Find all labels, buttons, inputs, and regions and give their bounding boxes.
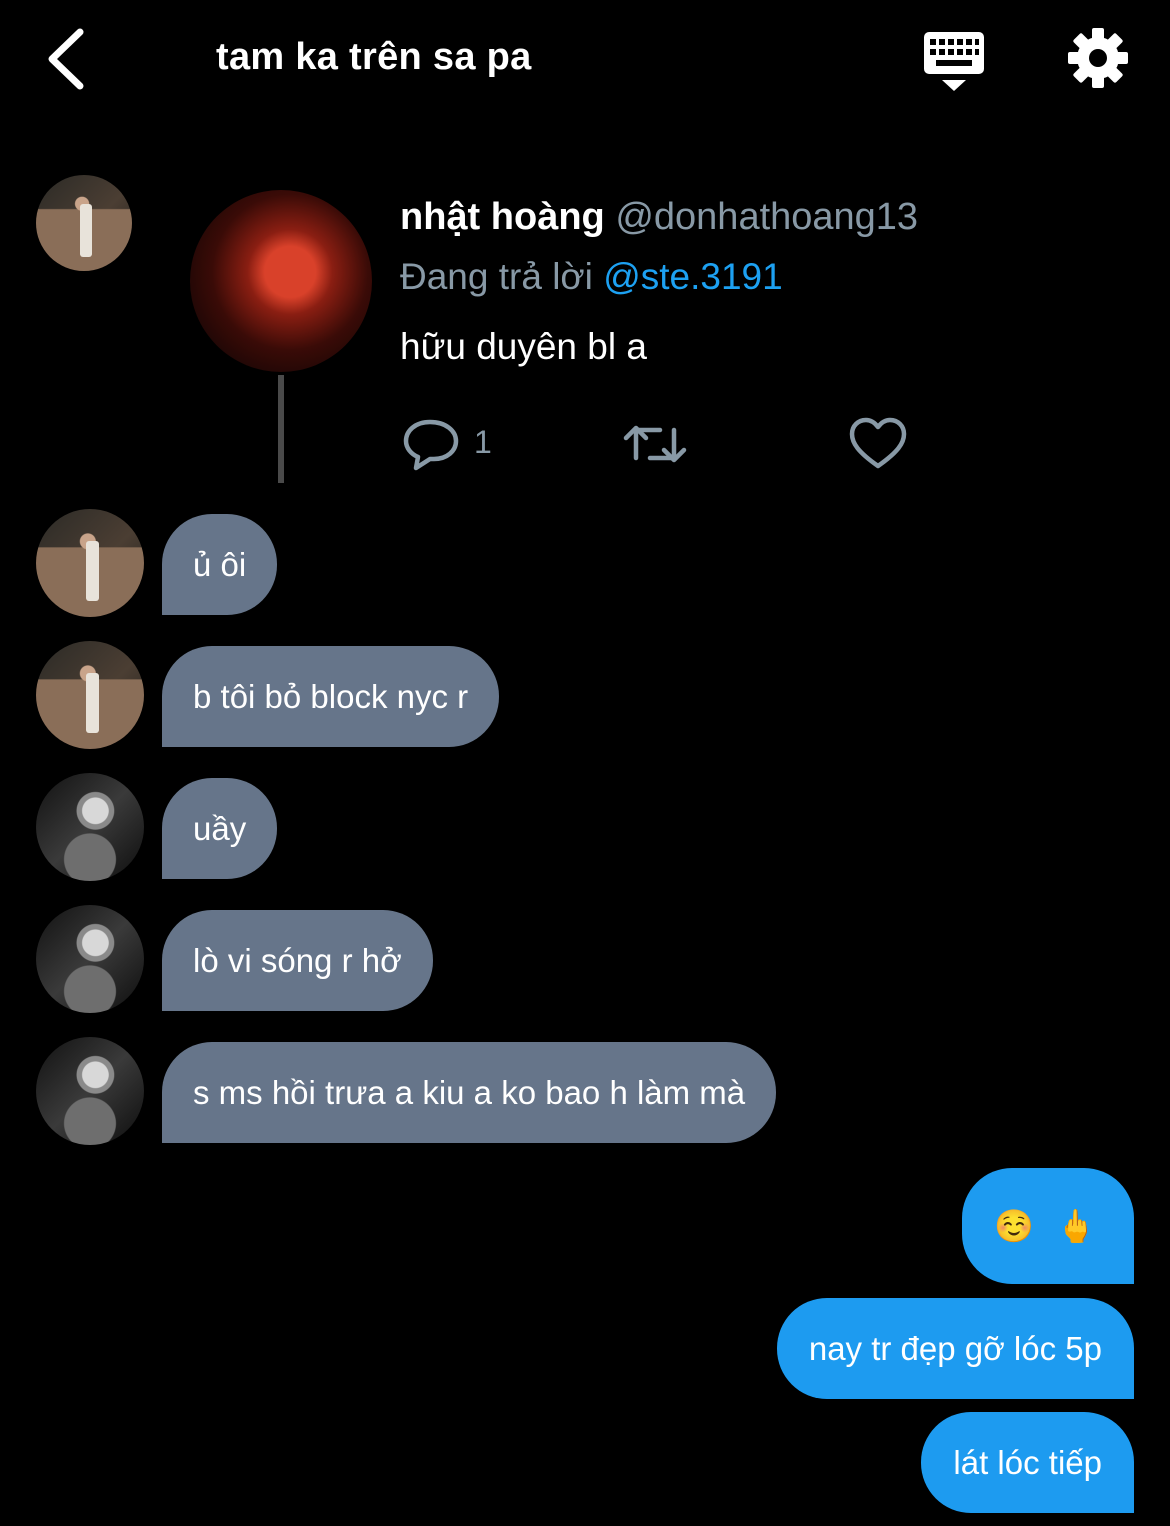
heart-icon bbox=[849, 417, 907, 469]
message-bubble-outgoing[interactable]: lát lóc tiếp bbox=[921, 1412, 1134, 1513]
replying-to: Đang trả lời @ste.3191 bbox=[400, 256, 783, 298]
reply-count: 1 bbox=[474, 424, 492, 460]
message-bubble-incoming[interactable]: b tôi bỏ block nyc r bbox=[162, 646, 500, 747]
message-bubble-outgoing[interactable]: ☺️ 🖕 bbox=[962, 1168, 1134, 1284]
contact-avatar[interactable] bbox=[36, 905, 144, 1013]
sender-avatar[interactable] bbox=[36, 175, 132, 271]
retweet-button[interactable] bbox=[620, 416, 690, 472]
contact-avatar[interactable] bbox=[36, 641, 144, 749]
keyboard-icon bbox=[924, 32, 984, 91]
retweet-icon bbox=[623, 425, 687, 463]
tweet-author-avatar[interactable] bbox=[190, 190, 372, 372]
reply-icon bbox=[403, 419, 459, 471]
message-bubble-incoming[interactable]: ủ ôi bbox=[162, 514, 278, 615]
message-bubble-outgoing[interactable]: nay tr đẹp gỡ lóc 5p bbox=[776, 1298, 1134, 1399]
tweet-display-name: nhật hoàng bbox=[400, 196, 605, 238]
tweet-handle: @donhathoang13 bbox=[615, 196, 919, 238]
back-button[interactable] bbox=[40, 24, 100, 94]
contact-avatar[interactable] bbox=[36, 773, 144, 881]
settings-button[interactable] bbox=[1066, 26, 1130, 90]
message-bubble-incoming[interactable]: uầy bbox=[162, 778, 278, 879]
tweet-author[interactable]: nhật hoàng @donhathoang13 bbox=[400, 196, 918, 239]
conversation-title: tam ka trên sa pa bbox=[216, 36, 532, 78]
chevron-left-icon bbox=[48, 28, 84, 90]
contact-avatar[interactable] bbox=[36, 509, 144, 617]
gear-icon bbox=[1068, 28, 1128, 88]
tweet-text: hữu duyên bl a bbox=[400, 326, 647, 367]
contact-avatar[interactable] bbox=[36, 1037, 144, 1145]
message-bubble-incoming[interactable]: lò vi sóng r hở bbox=[162, 910, 433, 1011]
message-bubble-incoming[interactable]: s ms hồi trưa a kiu a ko bao h làm mà bbox=[162, 1042, 777, 1143]
like-button[interactable] bbox=[848, 416, 908, 472]
thread-line bbox=[278, 375, 284, 483]
replying-label: Đang trả lời bbox=[400, 256, 593, 297]
emoji-message: ☺️ 🖕 bbox=[994, 1207, 1102, 1245]
reply-button[interactable]: 1 bbox=[402, 416, 512, 472]
keyboard-button[interactable] bbox=[920, 28, 988, 94]
mention-link[interactable]: @ste.3191 bbox=[603, 256, 783, 297]
